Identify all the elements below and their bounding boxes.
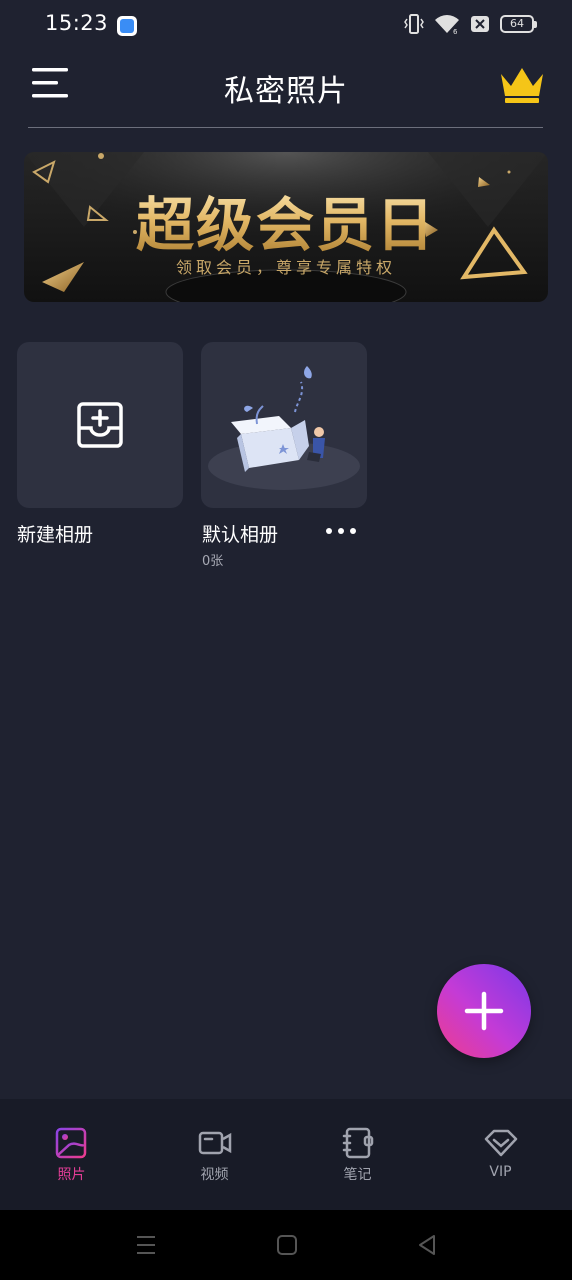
add-album-icon <box>77 402 123 448</box>
notification-app-icon <box>117 16 137 36</box>
video-icon <box>198 1131 232 1155</box>
notebook-icon <box>342 1127 374 1159</box>
no-sim-icon <box>471 16 489 32</box>
diamond-icon <box>484 1129 518 1157</box>
banner-title: 超级会员日 <box>24 178 548 262</box>
more-options-icon[interactable] <box>326 522 360 540</box>
recents-menu-icon[interactable] <box>135 1233 157 1257</box>
status-bar: 15:23 6 64 <box>0 0 572 52</box>
plus-icon <box>464 991 504 1031</box>
wifi-icon: 6 <box>435 15 459 35</box>
vibrate-icon <box>404 14 424 34</box>
more-dot <box>338 528 344 534</box>
more-dot <box>350 528 356 534</box>
nav-label-vip: VIP <box>489 1164 512 1180</box>
svg-text:6: 6 <box>453 28 458 35</box>
home-icon[interactable] <box>276 1233 298 1257</box>
bottom-nav: 照片 视频 笔记 VIP <box>0 1099 572 1210</box>
photo-icon <box>55 1127 87 1159</box>
add-fab-button[interactable] <box>437 964 531 1058</box>
page-title: 私密照片 <box>224 74 348 109</box>
header-divider <box>28 127 543 128</box>
crown-icon[interactable] <box>497 64 547 104</box>
new-album-button[interactable] <box>17 342 183 508</box>
system-nav-bar <box>0 1210 572 1280</box>
banner-subtitle: 领取会员，尊享专属特权 <box>175 258 396 277</box>
nav-label-notes: 笔记 <box>343 1167 372 1183</box>
default-album-label: 默认相册 <box>202 524 279 546</box>
nav-label-videos: 视频 <box>200 1167 229 1183</box>
nav-label-photos: 照片 <box>57 1167 86 1183</box>
status-indicators: 6 64 <box>404 13 537 35</box>
new-album-label: 新建相册 <box>17 524 94 546</box>
nav-item-photos[interactable]: 照片 <box>0 1099 143 1210</box>
nav-item-vip[interactable]: VIP <box>429 1099 572 1210</box>
promo-banner[interactable]: 超级会员日 领取会员，尊享专属特权 <box>24 152 548 302</box>
nav-item-videos[interactable]: 视频 <box>143 1099 286 1210</box>
empty-box-illustration <box>208 366 360 490</box>
more-dot <box>326 528 332 534</box>
app-header: 私密照片 <box>0 52 572 128</box>
back-icon[interactable] <box>416 1233 438 1257</box>
default-album-cover[interactable] <box>201 342 367 508</box>
default-album-count: 0张 <box>202 554 224 569</box>
nav-item-notes[interactable]: 笔记 <box>286 1099 429 1210</box>
status-time: 15:23 <box>45 11 109 35</box>
battery-indicator: 64 <box>500 15 537 33</box>
